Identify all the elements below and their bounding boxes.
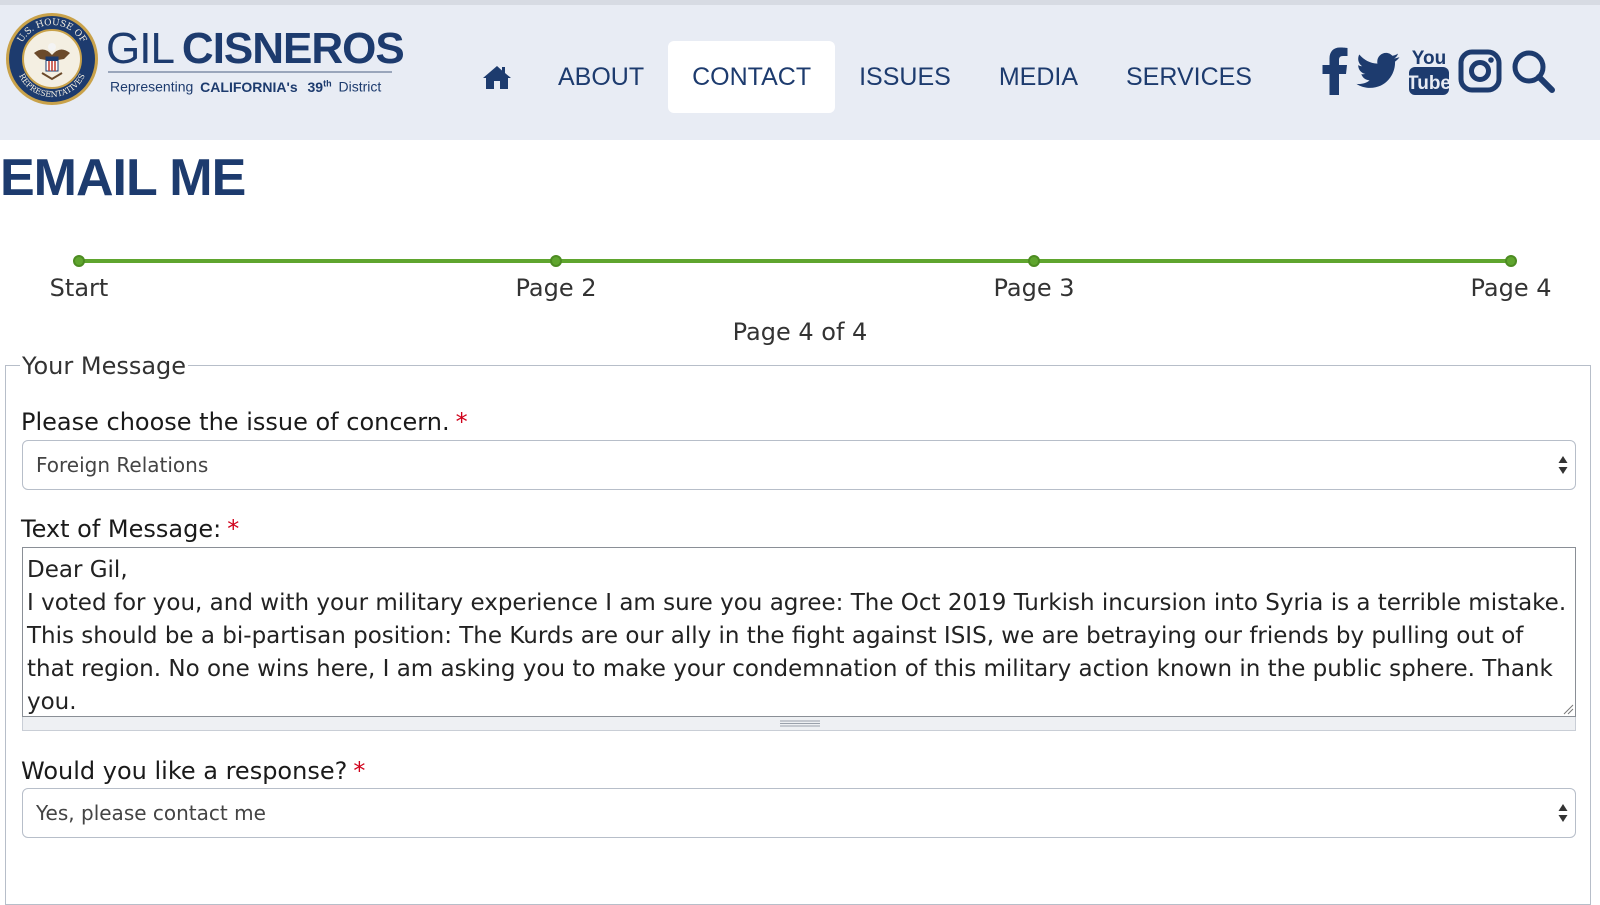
facebook-link[interactable] xyxy=(1322,47,1348,95)
brand-name: GIL CISNEROS xyxy=(106,24,405,73)
instagram-link[interactable] xyxy=(1458,49,1502,93)
issue-select[interactable]: Foreign Relations xyxy=(22,440,1576,490)
step-dot-start xyxy=(73,255,85,267)
brand-last-name: CISNEROS xyxy=(181,24,405,73)
site-logo[interactable]: U.S. HOUSE OF REPRESENTATIVES GIL CISNERO… xyxy=(4,11,405,111)
search-button[interactable] xyxy=(1510,48,1556,94)
select-arrows-icon xyxy=(1558,804,1568,822)
youtube-link[interactable]: You Tube xyxy=(1408,45,1450,97)
us-house-seal-icon: U.S. HOUSE OF REPRESENTATIVES xyxy=(6,13,98,105)
step-label-page-3: Page 3 xyxy=(993,274,1075,302)
facebook-icon xyxy=(1322,47,1348,95)
instagram-icon xyxy=(1458,49,1502,93)
grip-lines-icon xyxy=(780,720,820,727)
step-dot-page-3 xyxy=(1028,255,1040,267)
progress-track xyxy=(79,259,1511,263)
twitter-link[interactable] xyxy=(1356,51,1400,91)
nav-contact[interactable]: CONTACT xyxy=(668,41,836,113)
required-marker: * xyxy=(455,408,468,436)
brand-divider xyxy=(108,71,392,73)
response-select[interactable]: Yes, please contact me xyxy=(22,788,1576,838)
page-counter: Page 4 of 4 xyxy=(732,318,868,346)
nav-services[interactable]: SERVICES xyxy=(1102,41,1276,113)
nav-about[interactable]: ABOUT xyxy=(534,41,668,113)
brand-first-name: GIL xyxy=(106,24,175,73)
message-greeting: Dear Gil, xyxy=(27,557,128,583)
page-title: EMAIL ME xyxy=(0,149,246,207)
nav-home[interactable] xyxy=(468,41,534,113)
step-label-start: Start xyxy=(49,274,109,302)
tagline-state: CALIFORNIA's xyxy=(200,78,298,95)
brand-tagline: Representing CALIFORNIA's 39th District xyxy=(110,78,381,95)
step-dot-page-4 xyxy=(1505,255,1517,267)
search-icon xyxy=(1512,50,1555,93)
message-textarea[interactable]: Dear Gil, I voted for you, and with your… xyxy=(22,547,1576,717)
issue-label: Please choose the issue of concern. * xyxy=(21,408,468,436)
message-body: I voted for you, and with your military … xyxy=(27,590,1567,715)
tagline-prefix: Representing xyxy=(110,78,194,95)
required-marker: * xyxy=(227,515,240,543)
required-marker: * xyxy=(353,757,366,785)
message-fieldset: Your Message Please choose the issue of … xyxy=(5,352,1591,905)
select-arrows-icon xyxy=(1558,456,1568,474)
home-icon xyxy=(483,66,511,89)
fieldset-legend: Your Message xyxy=(20,352,189,380)
social-links: You Tube xyxy=(1322,43,1556,99)
step-label-page-4: Page 4 xyxy=(1470,274,1552,302)
nav-issues[interactable]: ISSUES xyxy=(835,41,975,113)
twitter-icon xyxy=(1356,52,1400,88)
svg-text:Tube: Tube xyxy=(1408,73,1450,94)
tagline-district-number: 39th xyxy=(307,78,332,95)
response-select-value: Yes, please contact me xyxy=(36,801,266,825)
svg-text:You: You xyxy=(1412,48,1446,69)
response-label: Would you like a response? * xyxy=(21,757,366,785)
resize-corner-icon[interactable] xyxy=(1562,703,1574,715)
nav-media[interactable]: MEDIA xyxy=(975,41,1102,113)
message-label: Text of Message: * xyxy=(21,515,240,543)
issue-select-value: Foreign Relations xyxy=(36,453,209,477)
tagline-suffix: District xyxy=(338,78,382,95)
youtube-icon: You Tube xyxy=(1408,48,1450,95)
textarea-resize-grip[interactable] xyxy=(22,717,1576,731)
main-nav: ABOUT CONTACT ISSUES MEDIA SERVICES xyxy=(468,41,1276,113)
step-label-page-2: Page 2 xyxy=(515,274,597,302)
step-dot-page-2 xyxy=(550,255,562,267)
site-header: U.S. HOUSE OF REPRESENTATIVES GIL CISNERO… xyxy=(0,0,1600,140)
form-progress-bar: Start Page 2 Page 3 Page 4 xyxy=(0,250,1600,310)
